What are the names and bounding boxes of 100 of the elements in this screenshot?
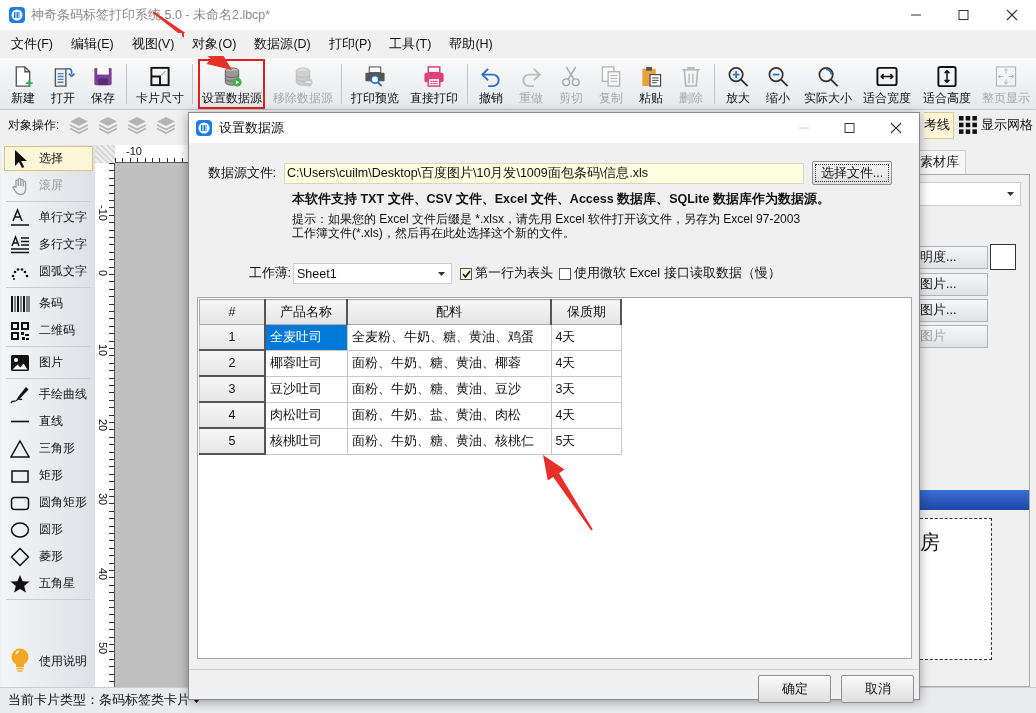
guides-button[interactable]: 考线 [924,111,954,139]
help-item[interactable]: 使用说明 [4,643,93,679]
ruler-label: 10 [97,344,109,357]
row-header[interactable]: 5 [199,428,265,454]
column-header[interactable]: # [199,299,265,325]
image-icon [10,352,30,373]
tool-item[interactable]: 选择 [4,146,93,171]
star-icon [10,573,30,594]
ruler-label: -10 [97,205,109,221]
maximize-icon[interactable] [843,122,857,134]
tool-item[interactable]: 单行文字 [4,205,93,230]
tool-item[interactable]: 圆角矩形 [4,490,93,515]
ellipse-icon [10,519,30,540]
table-cell: 5天 [551,428,621,454]
field-label: 数据源文件: [206,164,277,182]
tool-item[interactable]: 圆弧文字 [4,259,93,284]
table-cell: 椰蓉吐司 [265,350,347,376]
toolbar-button[interactable]: 实际大小 [800,58,856,109]
ruler-label: -10 [125,145,143,157]
frame-icon [147,64,172,88]
fit-width-icon [875,64,900,88]
table-cell: 面粉、牛奶、糖、黄油、核桃仁 [347,428,551,454]
column-header[interactable]: 配料 [347,299,551,325]
toolbar-button[interactable]: 适合高度 [919,58,975,109]
workbook-dropdown[interactable]: Sheet1 [293,263,452,284]
check-icon [461,269,471,278]
ruler-label: 20 [97,418,109,431]
table-cell: 核桃吐司 [265,428,347,454]
panel-button[interactable]: 图片... [920,299,988,322]
table-cell: 面粉、牛奶、糖、黄油、豆沙 [347,376,551,402]
toolbar-button[interactable]: 适合宽度 [859,58,915,109]
text-icon [10,207,30,228]
table-cell: 肉松吐司 [265,402,347,428]
tool-item[interactable]: 二维码 [4,318,93,343]
choose-file-button[interactable]: 选择文件... [812,161,892,185]
triangle-icon [10,438,30,459]
diamond-icon [10,546,30,567]
tool-item[interactable]: 直线 [4,409,93,434]
tool-item[interactable]: 三角形 [4,436,93,461]
maximize-icon[interactable] [957,9,971,21]
tool-item[interactable]: 圆形 [4,517,93,542]
checkbox-label[interactable]: 使用微软 Excel 接口读取数据（慢） [574,265,781,282]
printer-icon [422,64,447,88]
column-header[interactable]: 产品名称 [265,299,347,325]
ruler-label: 30 [97,493,109,506]
hint-text: 提示：如果您的 Excel 文件后缀是 *.xlsx，请先用 Excel 软件打开该文件，另存为 Excel 97-2003 工作簿文件(*.xls)，然后再在此处选择这个新的文件。 [292,212,802,240]
dialog-button[interactable]: 确定 [758,675,831,703]
field-label: 工作薄: [247,265,292,282]
tool-item[interactable]: 多行文字 [4,232,93,257]
column-header[interactable]: 保质期 [551,299,621,325]
row-header[interactable]: 4 [199,402,265,428]
toolbar-button[interactable]: 撤销 [473,58,510,109]
toolbar-button[interactable]: 打开 [45,58,81,109]
tool-item[interactable]: 手绘曲线 [4,382,93,407]
tool-item[interactable]: 图片 [4,350,93,375]
grid-toggle[interactable]: 显示网格 [981,116,1033,134]
panel-tab[interactable]: 素材库 [920,150,966,174]
qr-code-icon [10,320,30,341]
clipboard-icon [639,64,664,88]
grid-icon[interactable] [959,116,977,134]
toolbar-button[interactable]: 新建 [5,58,41,109]
toolbar-button[interactable]: 打印预览 [347,58,403,109]
tool-item[interactable]: 条码 [4,291,93,316]
lightbulb-icon [10,648,30,674]
app-icon [9,7,25,23]
panel-button[interactable]: 明度... [920,245,988,269]
row-header[interactable]: 1 [199,324,265,350]
caret-icon [1007,192,1014,196]
toolbar-button[interactable]: 保存 [85,58,121,109]
toolbar-button[interactable]: 放大 [720,58,756,109]
close-icon[interactable] [1005,9,1019,21]
toolbar-button[interactable]: 粘贴 [633,58,670,109]
zoom-out-icon [766,64,790,88]
line-icon [10,420,30,423]
tool-item[interactable]: 五角星 [4,571,93,596]
tool-item[interactable]: 矩形 [4,463,93,488]
table-cell: 全麦吐司 [265,324,347,350]
table-cell: 面粉、牛奶、盐、黄油、肉松 [347,402,551,428]
fit-page-icon [994,64,1019,88]
color-swatch[interactable] [990,244,1016,270]
checkbox[interactable] [460,267,472,280]
caret-icon [438,271,445,276]
tool-item[interactable]: 菱形 [4,544,93,569]
dialog-button[interactable]: 取消 [841,675,914,703]
table-cell: 3天 [551,376,621,402]
toolbar-button[interactable]: 缩小 [760,58,796,109]
table-cell: 全麦粉、牛奶、糖、黄油、鸡蛋 [347,324,551,350]
checkbox-label[interactable]: 第一行为表头 [475,265,553,282]
object-label: 对象操作: [8,116,60,134]
close-icon[interactable] [889,122,903,134]
zoom-in-icon [726,64,750,88]
row-header[interactable]: 3 [199,376,265,402]
row-header[interactable]: 2 [199,350,265,376]
toolbar-button[interactable]: 直接打印 [406,58,463,109]
panel-button[interactable]: 图片... [920,273,988,296]
toolbar-button[interactable]: 卡片尺寸 [131,58,188,109]
ruler-label: 50 [97,642,109,655]
file-path-field[interactable]: C:\Users\cuilm\Desktop\百度图片\10月发\1009面包条码\信息.xls [284,162,804,184]
ruler-label: 40 [97,567,109,580]
checkbox[interactable] [559,267,571,280]
